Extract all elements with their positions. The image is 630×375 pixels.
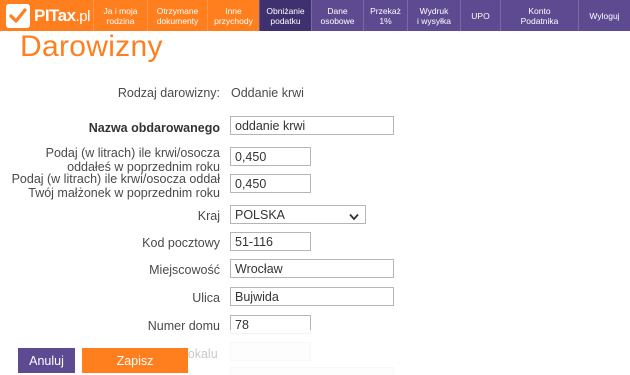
nav-dane-osobowe[interactable]: Dane osobowe <box>311 0 363 31</box>
logo-brand: PITax <box>34 5 76 25</box>
postal-code-label: Kod pocztowy <box>142 236 220 250</box>
liters-own-label-line1: Podaj (w litrach) ile krwi/osocza <box>45 146 220 160</box>
pitax-logo[interactable]: PITax.pl <box>0 0 93 31</box>
apartment-number-label: lokalu <box>185 347 218 361</box>
country-select[interactable]: POLSKA <box>230 205 366 224</box>
nav-otrzymane-dokumenty[interactable]: Otrzymane dokumenty <box>147 0 207 31</box>
nav-wyloguj[interactable]: Wyloguj <box>578 0 630 31</box>
liters-spouse-label-line2: Twój małżonek w poprzednim roku <box>28 186 220 200</box>
logo-suffix: .pl <box>75 7 91 25</box>
cancel-button[interactable]: Anuluj <box>18 348 75 373</box>
chevron-down-icon <box>349 210 359 224</box>
nav-ja-i-moja-rodzina[interactable]: Ja i moja rodzina <box>93 0 147 31</box>
checkmark-icon <box>6 3 30 28</box>
save-button[interactable]: Zapisz <box>82 348 188 373</box>
nav-konto-podatnika[interactable]: Konto Podatnika <box>500 0 578 31</box>
city-label: Miejscowość <box>149 263 220 277</box>
donation-type-label: Rodzaj darowizny: <box>117 86 220 100</box>
street-label: Ulica <box>192 291 220 305</box>
nav-obnizanie-podatku[interactable]: Obniżanie podatku <box>259 0 311 31</box>
country-select-value: POLSKA <box>235 207 286 222</box>
recipient-name-input[interactable]: oddanie krwi <box>230 116 394 135</box>
liters-spouse-label: Podaj (w litrach) ile krwi/osocza oddał … <box>12 172 220 200</box>
logo-text: PITax.pl <box>34 6 90 26</box>
liters-spouse-input[interactable]: 0,450 <box>230 174 311 193</box>
city-input[interactable]: Wrocław <box>230 259 394 278</box>
page-title: Darowizny <box>20 30 163 63</box>
liters-own-label: Podaj (w litrach) ile krwi/osocza oddałe… <box>46 146 220 174</box>
liters-own-input[interactable]: 0,450 <box>230 147 311 166</box>
street-input[interactable]: Bujwida <box>230 287 394 306</box>
nav-inne-przychody[interactable]: Inne przychody <box>207 0 259 31</box>
nav-upo[interactable]: UPO <box>460 0 500 31</box>
recipient-name-label: Nazwa obdarowanego <box>88 121 220 135</box>
liters-spouse-label-line1: Podaj (w litrach) ile krwi/osocza oddał <box>11 172 220 186</box>
postal-code-input[interactable]: 51-116 <box>230 232 311 251</box>
country-label: Kraj <box>197 209 220 223</box>
nav-wydruk-i-wysylka[interactable]: Wydruk i wysyłka <box>407 0 460 31</box>
donation-type-value: Oddanie krwi <box>231 86 304 100</box>
top-navigation: PITax.pl Ja i moja rodzina Otrzymane dok… <box>0 0 630 31</box>
nav-przekaz-1-procent[interactable]: Przekaż 1% <box>363 0 407 31</box>
